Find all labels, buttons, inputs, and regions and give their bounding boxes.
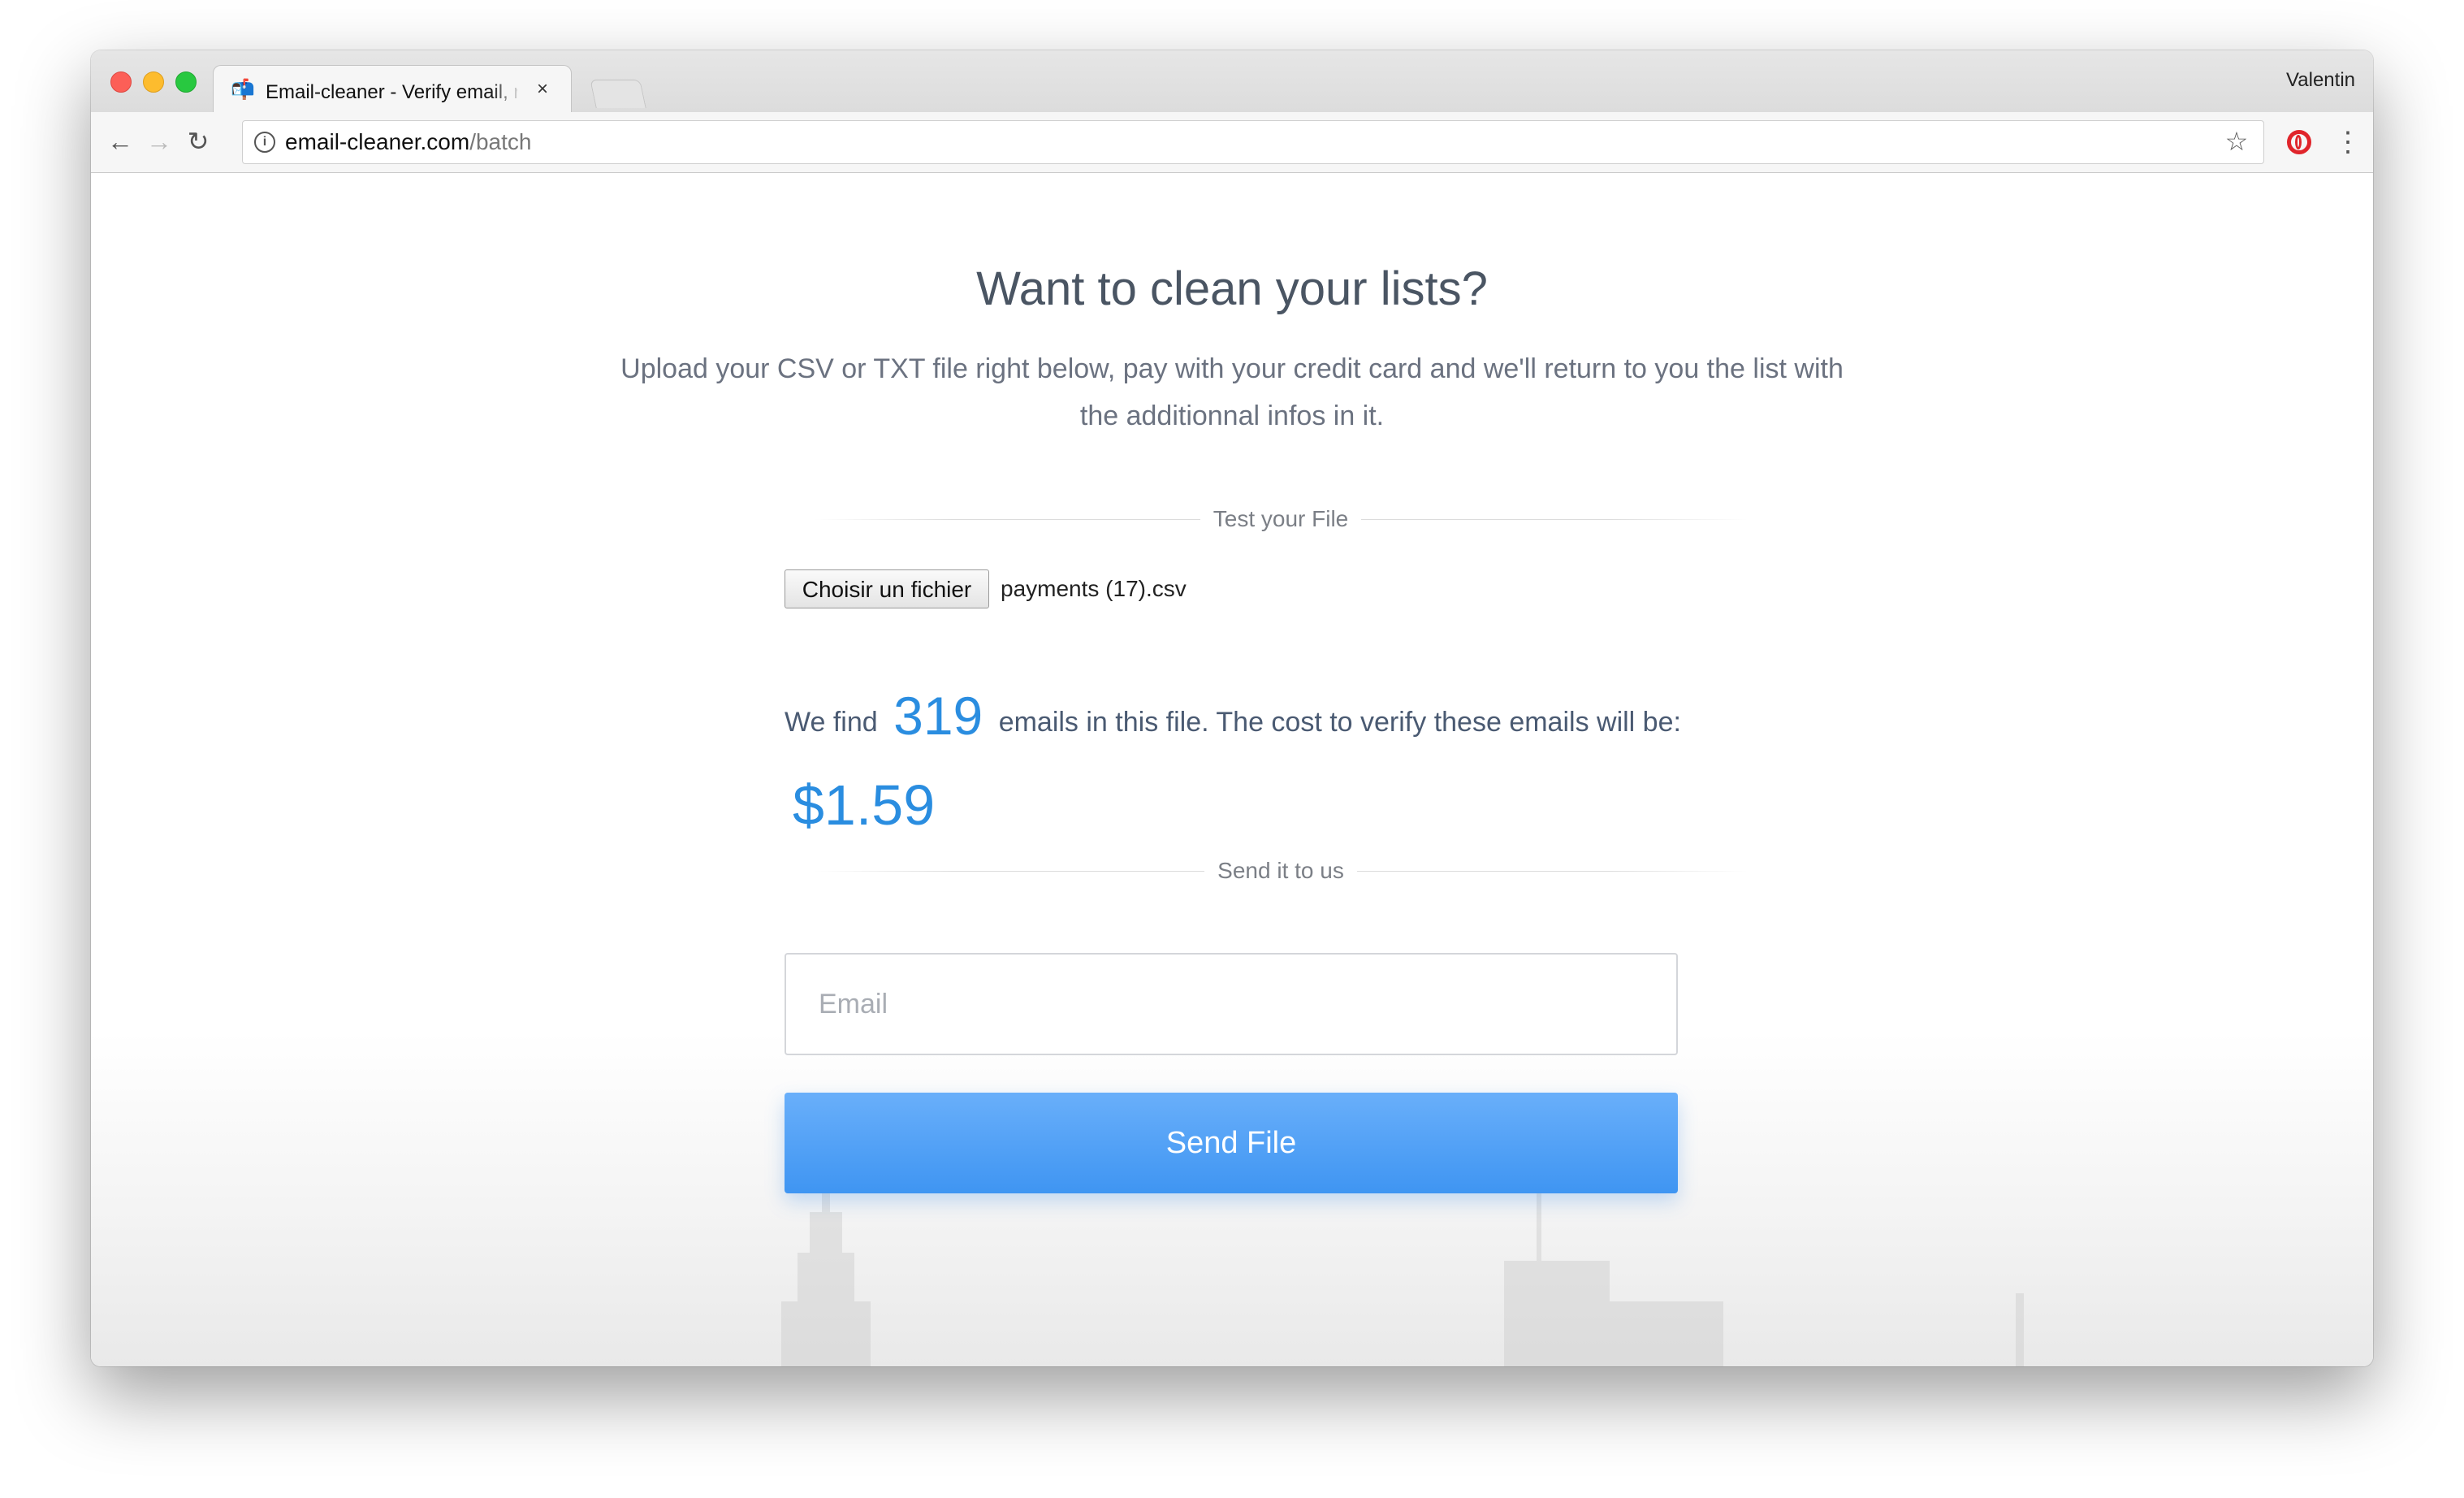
- page-subtitle: Upload your CSV or TXT file right below,…: [620, 353, 1844, 431]
- back-arrow-icon[interactable]: ←: [104, 125, 136, 158]
- url-text[interactable]: email-cleaner.com/batch: [285, 129, 531, 155]
- url-host: email-cleaner.com: [285, 129, 470, 154]
- opera-extension-icon[interactable]: [2287, 130, 2311, 154]
- result-text: We find 319 emails in this file. The cos…: [785, 674, 1710, 854]
- test-file-divider: Test your File: [814, 504, 1748, 534]
- url-path: /batch: [469, 129, 532, 154]
- profile-name[interactable]: Valentin: [2286, 68, 2355, 93]
- title-bar: 📬 Email-cleaner - Verify email, re × Val…: [91, 50, 2373, 115]
- test-file-label: Test your File: [1200, 504, 1362, 534]
- tab-close-icon[interactable]: ×: [530, 77, 555, 102]
- browser-tab[interactable]: 📬 Email-cleaner - Verify email, re ×: [213, 65, 572, 115]
- address-bar[interactable]: i email-cleaner.com/batch ☆: [242, 120, 2264, 164]
- maximize-window-button[interactable]: [175, 71, 197, 93]
- send-file-button[interactable]: Send File: [785, 1093, 1678, 1193]
- selected-file-name: payments (17).csv: [1001, 576, 1187, 601]
- close-window-button[interactable]: [110, 71, 132, 93]
- minimize-window-button[interactable]: [143, 71, 164, 93]
- info-icon[interactable]: i: [254, 132, 275, 153]
- reload-icon[interactable]: ↻: [182, 125, 214, 158]
- result-prefix: We find: [785, 707, 878, 738]
- choose-file-button[interactable]: Choisir un fichier: [785, 569, 989, 608]
- result-middle: emails in this file. The cost to verify …: [998, 707, 1681, 738]
- browser-window: 📬 Email-cleaner - Verify email, re × Val…: [91, 50, 2373, 1366]
- forward-arrow-icon[interactable]: →: [143, 125, 175, 158]
- page-title: Want to clean your lists?: [976, 262, 1488, 315]
- email-count: 319: [893, 686, 983, 746]
- new-tab-button[interactable]: [590, 80, 646, 108]
- email-input[interactable]: [785, 953, 1678, 1055]
- bookmark-star-icon[interactable]: ☆: [2223, 128, 2250, 155]
- browser-toolbar: ← → ↻ i email-cleaner.com/batch ☆ ⋮: [91, 112, 2373, 173]
- send-divider: Send it to us: [814, 856, 1748, 885]
- page-content: Want to clean your lists? Upload your CS…: [91, 173, 2373, 1366]
- send-label: Send it to us: [1204, 856, 1357, 885]
- mailbox-favicon-icon: 📬: [231, 79, 255, 101]
- price-value: $1.59: [793, 773, 936, 837]
- tab-title: Email-cleaner - Verify email, re: [266, 81, 517, 103]
- browser-menu-icon[interactable]: ⋮: [2334, 127, 2362, 158]
